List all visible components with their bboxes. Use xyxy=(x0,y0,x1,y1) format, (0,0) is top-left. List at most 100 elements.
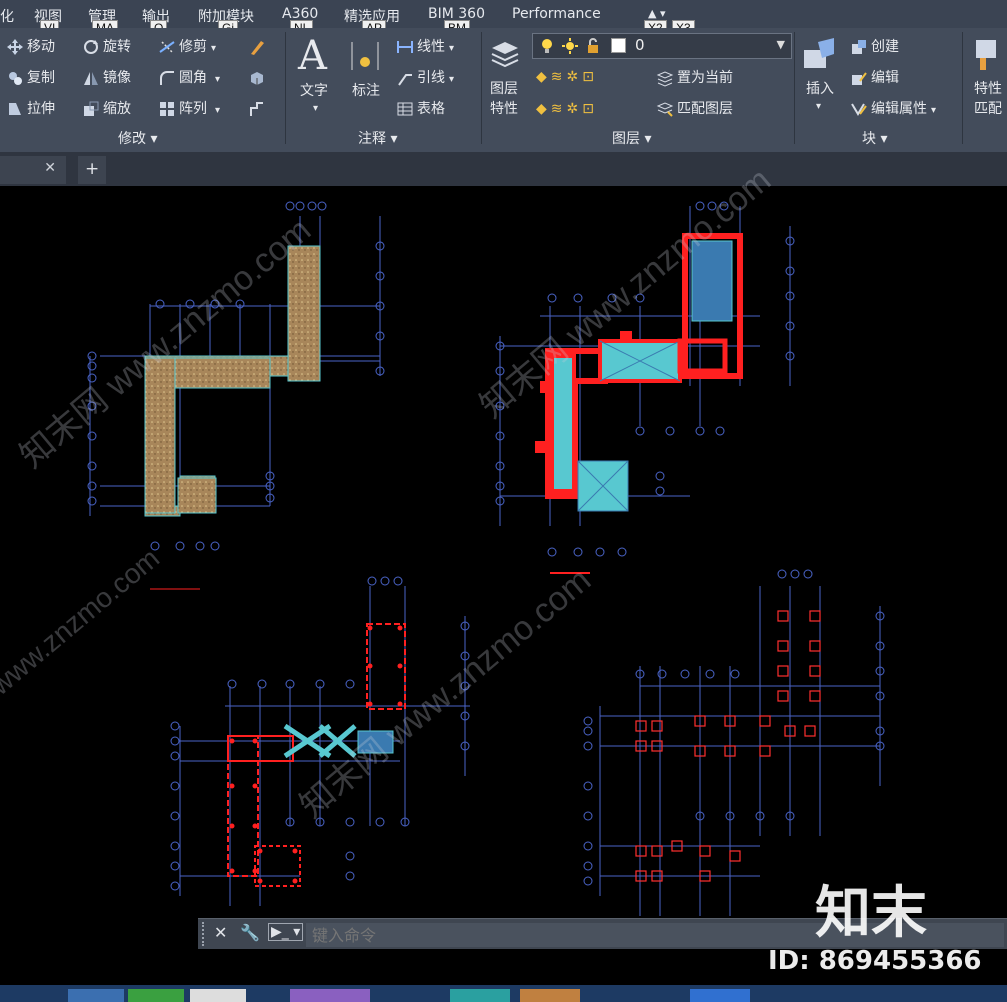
trim-icon xyxy=(159,41,175,53)
edit-attributes-icon xyxy=(851,103,867,116)
wrench-icon[interactable]: 🔧 xyxy=(240,923,260,942)
array-label: 阵列 xyxy=(179,101,207,117)
copy-label: 复制 xyxy=(27,70,55,86)
close-command-icon[interactable]: ✕ xyxy=(214,923,227,942)
explode-button[interactable] xyxy=(248,69,269,87)
current-layer-name: 0 xyxy=(635,36,645,54)
create-block-button[interactable]: 创建 xyxy=(850,38,899,56)
layer-properties-label-1[interactable]: 图层 xyxy=(490,80,518,98)
layer-properties-label-2[interactable]: 特性 xyxy=(490,100,518,118)
layer-unlock-icon[interactable]: ⊡ xyxy=(582,101,598,117)
insert-block-icon[interactable] xyxy=(800,34,840,79)
layer-on-icon[interactable]: ◆ xyxy=(536,101,551,117)
taskbar-app-icon[interactable] xyxy=(450,989,510,1002)
layer-walk-icon[interactable]: ≋ xyxy=(551,101,567,117)
document-tab-bar xyxy=(0,152,1007,186)
text-icon[interactable]: A xyxy=(298,34,327,78)
command-grip-icon[interactable] xyxy=(202,922,210,946)
stretch-icon xyxy=(9,103,21,115)
layer-off-icon[interactable]: ◆ xyxy=(536,69,551,85)
layer-tools-row-2[interactable]: ◆≋✲⊡ xyxy=(536,100,598,118)
layer-isolate-icon[interactable]: ≋ xyxy=(551,69,567,85)
panel-separator xyxy=(962,32,963,144)
layer-tools-row-1[interactable]: ◆≋✲⊡ xyxy=(536,68,598,86)
properties-label-1[interactable]: 特性 xyxy=(974,80,1002,98)
taskbar-app-icon[interactable] xyxy=(190,989,246,1002)
layers-stack-icon xyxy=(491,42,519,68)
text-dropdown-icon[interactable]: ▾ xyxy=(313,100,318,118)
text-button[interactable]: 文字 xyxy=(300,82,328,100)
plus-icon: + xyxy=(85,159,100,179)
edit-block-button[interactable]: 编辑 xyxy=(850,69,899,87)
offset-button[interactable] xyxy=(248,100,269,118)
layer-thaw-icon[interactable]: ✲ xyxy=(567,101,583,117)
floor-plan-3 xyxy=(170,576,470,906)
edit-block-icon xyxy=(852,72,867,85)
match-layer-icon xyxy=(656,102,674,117)
brush-icon xyxy=(251,41,264,55)
erase-brush-button[interactable] xyxy=(248,38,269,56)
drawing-tab[interactable]: ✕ xyxy=(0,156,66,184)
mirror-button[interactable]: 镜像 xyxy=(82,69,131,87)
lock-icon[interactable] xyxy=(585,37,601,55)
layers-panel-title[interactable]: 图层 ▾ xyxy=(612,128,651,148)
properties-brush-icon xyxy=(976,40,996,70)
table-button[interactable]: 表格 xyxy=(396,100,445,118)
trim-button[interactable]: 修剪 ▾ xyxy=(158,38,216,58)
annotation-panel-title[interactable]: 注释 ▾ xyxy=(358,128,397,148)
insert-button[interactable]: 插入 xyxy=(806,80,834,98)
layer-dropdown-arrow-icon[interactable]: ▼ xyxy=(777,38,785,51)
lightbulb-icon[interactable] xyxy=(539,37,555,55)
array-icon xyxy=(160,102,174,116)
insert-icon xyxy=(804,38,834,68)
recent-commands-icon[interactable]: ▶_ ▾ xyxy=(268,923,304,941)
layer-color-swatch[interactable] xyxy=(611,38,626,53)
taskbar-app-icon[interactable] xyxy=(290,989,370,1002)
linear-dim-icon xyxy=(397,41,413,53)
modify-panel-title[interactable]: 修改 ▾ xyxy=(118,128,157,148)
match-properties-icon[interactable] xyxy=(972,36,1004,79)
leader-button[interactable]: 引线 ▾ xyxy=(396,69,454,89)
rotate-button[interactable]: 旋转 xyxy=(82,38,131,56)
properties-label-2[interactable]: 匹配 xyxy=(974,100,1002,118)
make-current-button[interactable]: 置为当前 xyxy=(656,69,733,87)
match-layer-button[interactable]: 匹配图层 xyxy=(656,100,733,118)
menu-item-partial[interactable]: 化 xyxy=(0,6,14,26)
brand-logo: 知末 xyxy=(815,881,927,946)
edit-block-label: 编辑 xyxy=(871,70,899,86)
layer-dropdown[interactable]: 0 ▼ xyxy=(532,33,792,59)
layer-properties-icon[interactable] xyxy=(488,36,522,81)
copy-button[interactable]: 复制 xyxy=(6,69,55,87)
edit-attributes-button[interactable]: 编辑属性 ▾ xyxy=(850,100,936,120)
drawing-canvas[interactable]: 知末网 www.znzmo.com 知末网 www.znzmo.com 知末网 … xyxy=(0,161,1007,946)
layer-freeze-icon[interactable]: ✲ xyxy=(567,69,583,85)
sun-icon[interactable] xyxy=(561,37,579,55)
taskbar xyxy=(0,985,1007,1002)
move-button[interactable]: 移动 xyxy=(6,38,55,56)
fillet-button[interactable]: 圆角 ▾ xyxy=(158,69,220,89)
layer-lock-icon[interactable]: ⊡ xyxy=(582,69,598,85)
block-panel-title[interactable]: 块 ▾ xyxy=(862,128,887,148)
dimension-icon[interactable] xyxy=(350,40,380,77)
linear-button[interactable]: 线性 ▾ xyxy=(396,38,454,58)
cube-icon xyxy=(251,72,263,85)
array-button[interactable]: 阵列 ▾ xyxy=(158,100,220,120)
taskbar-app-icon[interactable] xyxy=(520,989,580,1002)
make-current-label: 置为当前 xyxy=(677,70,733,86)
move-icon xyxy=(7,39,23,55)
dimension-button[interactable]: 标注 xyxy=(352,82,380,100)
stretch-button[interactable]: 拉伸 xyxy=(6,100,55,118)
ribbon-collapse-icon[interactable]: ▲ ▾ xyxy=(648,7,665,20)
leader-icon xyxy=(398,74,412,86)
taskbar-app-icon[interactable] xyxy=(690,989,750,1002)
move-label: 移动 xyxy=(27,39,55,55)
scale-button[interactable]: 缩放 xyxy=(82,100,131,118)
new-tab-button[interactable]: + xyxy=(78,156,106,184)
taskbar-app-icon[interactable] xyxy=(128,989,184,1002)
scale-label: 缩放 xyxy=(103,101,131,117)
rotate-label: 旋转 xyxy=(103,39,131,55)
insert-dropdown-icon[interactable]: ▾ xyxy=(816,98,821,116)
menu-item-performance[interactable]: Performance xyxy=(512,6,601,22)
close-tab-icon[interactable]: ✕ xyxy=(44,160,56,176)
taskbar-app-icon[interactable] xyxy=(68,989,124,1002)
